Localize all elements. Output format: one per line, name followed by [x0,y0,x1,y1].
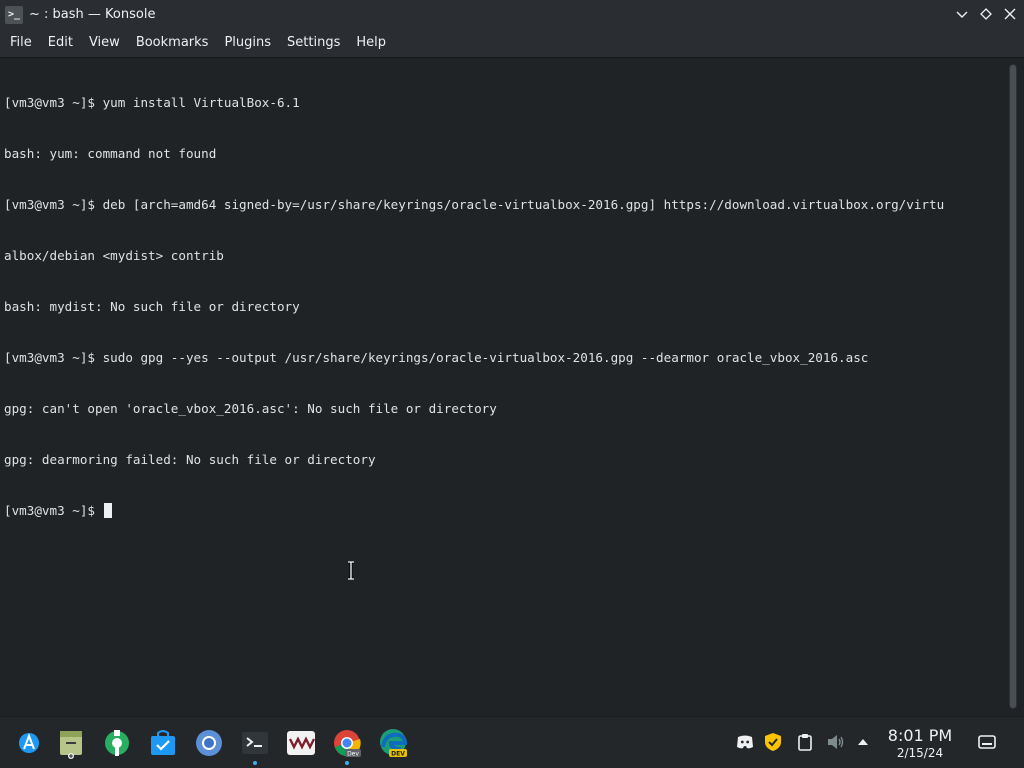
clock-time: 8:01 PM [887,726,953,745]
clock-date: 2/15/24 [896,746,944,760]
menu-settings[interactable]: Settings [280,29,347,57]
active-indicator [345,761,349,765]
ibeam-cursor-icon [348,561,354,580]
expand-tray-icon[interactable] [852,731,874,753]
window-title: ~ : bash — Konsole [29,7,156,22]
digital-clock[interactable]: 8:01 PM 2/15/24 [880,726,960,760]
window-controls [952,4,1020,24]
terminal-line: gpg: can't open 'oracle_vbox_2016.asc': … [4,401,497,416]
vmware-icon[interactable] [284,726,318,760]
svg-text:Dev: Dev [347,751,359,758]
norton-icon[interactable] [762,731,784,753]
menu-view[interactable]: View [82,29,127,57]
chevron-down-icon [956,11,968,18]
diamond-icon [980,8,992,20]
taskbar: Dev DEV 8:01 PM 2/15/24 [0,716,1024,768]
terminal-view[interactable]: [vm3@vm3 ~]$ yum install VirtualBox-6.1 … [0,57,1024,716]
terminal-line: [vm3@vm3 ~]$ deb [arch=amd64 signed-by=/… [4,197,945,212]
text-cursor [103,503,112,518]
maximize-button[interactable] [976,4,996,24]
konsole-icon[interactable] [238,726,272,765]
menu-help[interactable]: Help [349,29,393,57]
active-indicator [253,761,257,765]
terminal-icon: >_ [5,5,23,24]
system-settings-icon[interactable] [100,726,134,760]
volume-muted-icon[interactable] [824,731,846,753]
menu-file[interactable]: File [3,29,39,57]
terminal-prompt: [vm3@vm3 ~]$ [4,503,103,518]
terminal-line: bash: yum: command not found [4,146,217,161]
show-desktop-icon[interactable] [976,731,998,753]
scrollbar-thumb[interactable] [1010,65,1016,708]
chromium-icon[interactable] [192,726,226,760]
close-icon [1004,8,1016,20]
discover-store-icon[interactable] [146,726,180,760]
window-titlebar[interactable]: >_ ~ : bash — Konsole [0,0,1024,29]
terminal-output: [vm3@vm3 ~]$ yum install VirtualBox-6.1 … [4,60,1000,553]
terminal-line: [vm3@vm3 ~]$ sudo gpg --yes --output /us… [4,350,869,365]
terminal-scrollbar[interactable] [1009,64,1017,709]
menu-bookmarks[interactable]: Bookmarks [129,29,216,57]
terminal-prompt-line: [vm3@vm3 ~]$ [4,502,1000,519]
menu-bar: File Edit View Bookmarks Plugins Setting… [0,29,1024,57]
terminal-line: [vm3@vm3 ~]$ yum install VirtualBox-6.1 [4,95,300,110]
edge-dev-icon[interactable]: DEV [376,726,410,760]
terminal-line: albox/debian <mydist> contrib [4,248,224,263]
menu-edit[interactable]: Edit [41,29,80,57]
application-launcher-icon[interactable] [12,726,46,760]
close-button[interactable] [1000,4,1020,24]
clipboard-icon[interactable] [794,731,816,753]
svg-text:DEV: DEV [391,751,405,758]
discord-icon[interactable] [734,731,756,753]
file-manager-icon[interactable] [54,726,88,760]
menu-plugins[interactable]: Plugins [217,29,278,57]
terminal-line: gpg: dearmoring failed: No such file or … [4,452,376,467]
minimize-button[interactable] [952,4,972,24]
terminal-line: bash: mydist: No such file or directory [4,299,300,314]
chrome-dev-icon[interactable]: Dev [330,726,364,765]
